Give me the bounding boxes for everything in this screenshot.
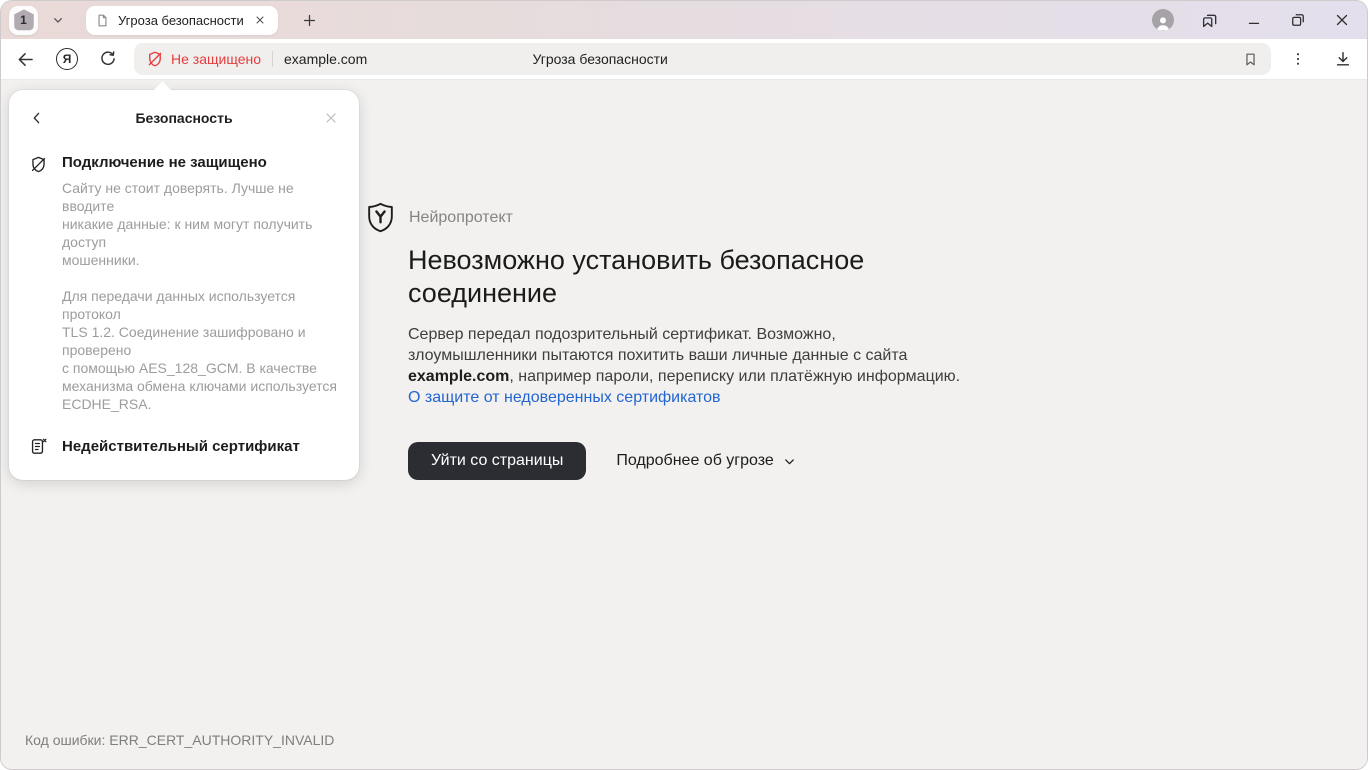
bookmark-icon — [1242, 51, 1259, 68]
protect-shield-y-icon — [366, 202, 395, 233]
brand-row: Нейропротект — [366, 202, 960, 233]
page-document-icon — [95, 13, 110, 28]
connection-status-title: Подключение не защищено — [62, 154, 339, 172]
threat-domain: example.com — [408, 368, 509, 385]
reload-button[interactable] — [98, 49, 118, 69]
new-tab-button[interactable] — [294, 5, 324, 35]
tab-title: Угроза безопасности — [118, 13, 243, 28]
omnibox-page-title: Угроза безопасности — [532, 51, 667, 67]
certificate-item[interactable]: Недействительный сертификат — [29, 437, 339, 456]
yandex-home-button[interactable]: Я — [56, 48, 78, 70]
restore-window-icon — [1289, 11, 1307, 29]
tabs-chevron-down-button[interactable] — [44, 6, 72, 34]
leave-page-button[interactable]: Уйти со страницы — [408, 442, 586, 480]
certificate-item-title: Недействительный сертификат — [62, 438, 300, 456]
error-description-line: example.com, например пароли, переписку … — [408, 366, 960, 387]
popup-back-button[interactable] — [29, 110, 45, 126]
shield-crossed-icon — [29, 154, 49, 413]
chevron-left-icon — [29, 110, 45, 126]
back-button[interactable] — [15, 49, 36, 70]
close-icon — [1333, 11, 1351, 29]
url-text: example.com — [284, 51, 367, 67]
action-buttons: Уйти со страницы Подробнее об угрозе — [408, 442, 960, 480]
popup-close-button[interactable] — [323, 110, 339, 126]
error-description-line: злоумышленники пытаются похитить ваши ли… — [408, 345, 960, 366]
omnibox-divider — [272, 51, 273, 67]
minimize-icon — [1245, 11, 1263, 29]
threat-details-label: Подробнее об угрозе — [616, 452, 773, 470]
error-code: Код ошибки: ERR_CERT_AUTHORITY_INVALID — [25, 732, 334, 748]
download-icon — [1333, 49, 1353, 69]
shield-crossed-icon — [146, 50, 164, 68]
connection-tls-details: Для передачи данных используется протоко… — [62, 287, 339, 413]
bookmark-button[interactable] — [1242, 51, 1259, 68]
popup-notch — [153, 81, 171, 99]
arrow-left-icon — [15, 49, 36, 70]
yandex-logo-icon: Я — [56, 48, 78, 70]
error-description-line: Сервер передал подозрительный сертификат… — [408, 324, 960, 345]
threat-details-button[interactable]: Подробнее об угрозе — [616, 452, 796, 470]
security-popup: Безопасность Подключение не защищено Сай… — [9, 90, 359, 480]
nav-buttons: Я — [15, 48, 118, 70]
page-heading: Невозможно установить безопасное соедине… — [408, 244, 948, 310]
address-bar[interactable]: Не защищено example.com Угроза безопасно… — [134, 43, 1271, 75]
restore-button[interactable] — [1289, 11, 1307, 29]
security-status-label: Не защищено — [171, 51, 261, 67]
connection-status-item: Подключение не защищено Сайту не стоит д… — [29, 154, 339, 413]
window-controls — [1152, 9, 1355, 31]
certificates-help-link[interactable]: О защите от недоверенных сертификатов — [408, 387, 960, 408]
error-page: Нейропротект Невозможно установить безоп… — [366, 202, 960, 480]
plus-icon — [301, 12, 318, 29]
panels-bookmarks-icon — [1200, 11, 1219, 30]
downloads-button[interactable] — [1333, 49, 1353, 69]
chevron-down-icon — [782, 454, 797, 469]
minimize-button[interactable] — [1245, 11, 1263, 29]
browser-menu-button[interactable] — [1289, 50, 1307, 68]
popup-title: Безопасность — [45, 110, 323, 126]
error-description-rest: , например пароли, переписку или платёжн… — [509, 368, 960, 385]
avatar[interactable] — [1152, 9, 1174, 31]
tab-strip: 1 Угроза безопасности — [1, 1, 1367, 39]
toolbar: Я Не защищено example.com Угроза безопас… — [1, 39, 1367, 79]
reload-icon — [98, 49, 118, 69]
tab-counter-button[interactable]: 1 — [9, 6, 38, 35]
close-icon — [323, 110, 339, 126]
close-window-button[interactable] — [1333, 11, 1351, 29]
user-icon — [1154, 15, 1172, 31]
popup-header: Безопасность — [29, 110, 339, 126]
connection-status-description: Сайту не стоит доверять. Лучше не вводит… — [62, 179, 339, 269]
tab-close-button[interactable] — [251, 11, 269, 29]
browser-window: 1 Угроза безопасности — [0, 0, 1368, 770]
toolbar-right — [1281, 49, 1353, 69]
brand-label: Нейропротект — [409, 209, 513, 227]
security-status-chip[interactable]: Не защищено — [146, 50, 261, 68]
page-content: Безопасность Подключение не защищено Сай… — [1, 79, 1367, 770]
browser-tab[interactable]: Угроза безопасности — [86, 6, 278, 35]
invalid-certificate-icon — [29, 437, 49, 456]
error-description: Сервер передал подозрительный сертификат… — [408, 324, 960, 387]
close-icon — [254, 14, 266, 26]
kebab-menu-icon — [1289, 50, 1307, 68]
tab-count-badge: 1 — [20, 13, 27, 27]
side-panel-button[interactable] — [1200, 11, 1219, 30]
chevron-down-icon — [50, 12, 66, 28]
